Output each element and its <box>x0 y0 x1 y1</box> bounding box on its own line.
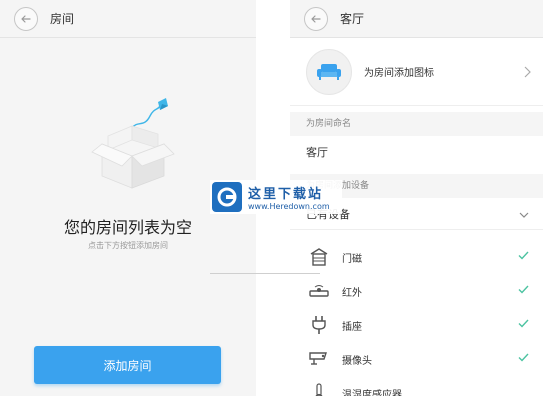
name-section-header: 为房间命名 <box>290 112 543 136</box>
check-icon <box>518 353 529 362</box>
device-row-door-sensor[interactable]: 门磁 <box>290 240 543 274</box>
device-row-plug[interactable]: 插座 <box>290 308 543 342</box>
add-icon-label: 为房间添加图标 <box>364 68 434 79</box>
device-label: 温湿度感应器 <box>342 389 402 396</box>
back-button[interactable] <box>304 6 328 31</box>
overlay-rule <box>210 273 320 274</box>
page-title: 房间 <box>50 12 75 26</box>
arrow-left-icon <box>311 14 321 23</box>
door-sensor-icon <box>308 246 330 268</box>
device-label: 插座 <box>342 321 362 333</box>
device-label: 摄像头 <box>342 355 372 367</box>
chevron-right-icon <box>524 66 531 78</box>
page-title: 客厅 <box>340 12 365 26</box>
check-icon <box>518 319 529 328</box>
room-name-field[interactable]: 客厅 <box>290 138 543 168</box>
empty-box-illustration <box>91 98 175 189</box>
device-row-thermometer[interactable]: 温湿度感应器 <box>290 376 543 396</box>
sofa-icon <box>317 63 341 80</box>
watermark-logo-icon <box>212 182 242 212</box>
add-room-button[interactable]: 添加房间 <box>34 346 221 384</box>
room-icon-avatar <box>306 48 352 95</box>
chevron-down-icon <box>519 212 529 218</box>
plug-icon <box>308 314 330 336</box>
rooms-header: 房间 <box>0 0 256 38</box>
camera-icon <box>308 348 330 370</box>
back-button[interactable] <box>14 6 38 31</box>
infrared-icon <box>308 280 330 302</box>
arrow-left-icon <box>21 14 31 23</box>
device-row-infrared[interactable]: 红外 <box>290 274 543 308</box>
watermark-text: 这里下载站 <box>248 187 324 202</box>
watermark-url: www.Heredown.com <box>248 202 330 211</box>
watermark: 这里下载站 www.Heredown.com <box>210 180 342 214</box>
device-label: 门磁 <box>342 253 362 265</box>
empty-state-title: 您的房间列表为空 <box>63 218 192 237</box>
device-row-camera[interactable]: 摄像头 <box>290 342 543 376</box>
empty-state-hint: 点击下方按钮添加房间 <box>88 241 168 250</box>
add-room-icon-row[interactable]: 为房间添加图标 <box>290 38 543 106</box>
check-icon <box>518 285 529 294</box>
thermometer-icon <box>308 382 330 396</box>
room-edit-header: 客厅 <box>290 0 543 38</box>
check-icon <box>518 251 529 260</box>
device-label: 红外 <box>342 287 362 299</box>
